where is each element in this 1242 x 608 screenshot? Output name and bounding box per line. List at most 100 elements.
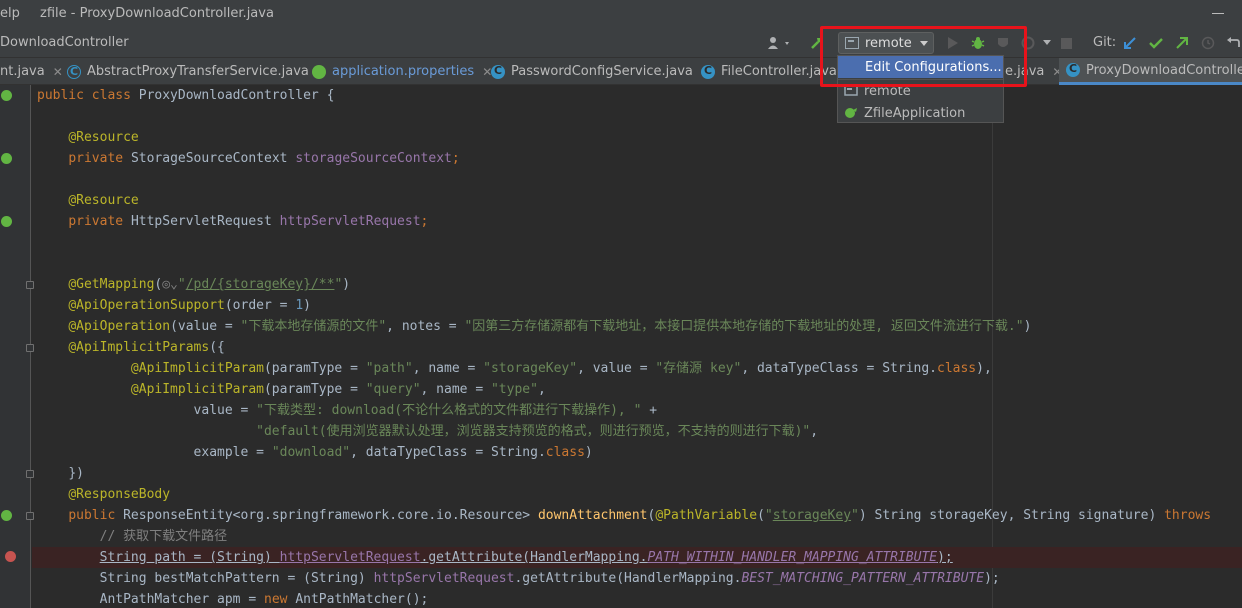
code-token: ;	[451, 151, 460, 166]
code-token: )	[342, 277, 351, 292]
breakpoint-icon[interactable]	[5, 551, 16, 562]
code-token: value =	[193, 403, 257, 418]
code-token: "	[177, 277, 186, 292]
code-token: @ApiImplicitParam	[130, 382, 264, 397]
code-token: (value =	[170, 319, 241, 334]
code-token: httpServletRequest	[373, 571, 515, 586]
code-token: "storageKey"	[483, 361, 578, 376]
code-token: HttpServletRequest	[130, 214, 280, 229]
run-config-label: remote	[865, 35, 912, 51]
code-editor[interactable]: public class ProxyDownloadController { @…	[32, 85, 1242, 608]
code-token: "query"	[365, 382, 421, 397]
spring-leaf-icon	[312, 64, 326, 79]
stop-icon[interactable]	[1058, 35, 1074, 51]
code-line: @Resource	[37, 127, 139, 148]
git-update-icon[interactable]	[1121, 34, 1139, 52]
menu-item-remote[interactable]: remote	[838, 80, 1003, 102]
code-token: /pd/{storageKey}/**	[185, 277, 335, 292]
breadcrumb[interactable]: DownloadController	[0, 35, 129, 50]
code-token: .getAttribute(HandlerMapping.	[514, 571, 742, 586]
code-line: public class ProxyDownloadController {	[37, 85, 334, 106]
code-token: class	[937, 361, 977, 376]
code-line: @ApiOperationSupport(order = 1)	[37, 295, 311, 316]
editor-tabs: nt.java ✕ AbstractProxyTransferService.j…	[0, 58, 1242, 85]
code-token: httpServletRequest	[279, 214, 421, 229]
more-run-chevron-icon[interactable]	[1040, 35, 1054, 51]
git-history-clock-icon[interactable]	[1199, 34, 1217, 52]
code-token: .getAttribute(HandlerMapping.	[420, 550, 648, 565]
git-rollback-icon[interactable]	[1224, 34, 1242, 52]
editor-gutter	[0, 85, 34, 608]
code-token: class	[545, 445, 585, 460]
tab-abstract-proxy-transfer-service[interactable]: AbstractProxyTransferService.java ✕	[67, 58, 327, 85]
code-token: httpServletRequest	[279, 550, 421, 565]
run-config-dropdown: Edit Configurations... remote ZfileAppli…	[837, 55, 1004, 123]
abstract-class-icon	[67, 64, 81, 79]
menu-help[interactable]: elp	[0, 6, 20, 21]
code-token: "因第三方存储源都有下载地址，本接口提供本地存储的下载地址的处理, 返回文件流进…	[464, 319, 1024, 334]
code-token: example =	[193, 445, 272, 460]
code-line: // 获取下载文件路径	[37, 526, 227, 547]
run-icon[interactable]	[945, 35, 961, 51]
menu-item-zfile-application[interactable]: ZfileApplication	[838, 102, 1003, 124]
git-label: Git:	[1093, 35, 1117, 50]
run-config-selector[interactable]: remote	[838, 32, 934, 54]
run-config-icon	[845, 37, 859, 49]
code-token: @ApiOperation	[68, 319, 171, 334]
spring-bean-icon[interactable]	[1, 90, 12, 101]
code-token: throws	[1164, 508, 1212, 523]
code-token: ,	[537, 382, 546, 397]
code-token: , name =	[412, 361, 484, 376]
tab-password-config-service[interactable]: PasswordConfigService.java ✕	[491, 58, 711, 85]
code-token: @Resource	[68, 130, 139, 145]
code-token: ProxyDownloadController {	[138, 88, 335, 103]
code-line: @Resource	[37, 190, 138, 211]
code-token: (	[757, 508, 765, 523]
close-icon[interactable]: ✕	[53, 65, 63, 79]
code-token: AntPathMatcher();	[295, 592, 429, 607]
tab-controller-java[interactable]: nt.java ✕	[0, 58, 64, 85]
code-token: )	[1023, 319, 1032, 334]
code-token: )	[303, 298, 311, 313]
tab-file-controller[interactable]: FileController.java	[701, 58, 837, 85]
code-line-breakpoint: String path = (String) httpServletReques…	[32, 547, 1242, 568]
code-token: "type"	[490, 382, 538, 397]
user-icon[interactable]	[766, 34, 794, 52]
tab-label: application.properties	[332, 64, 475, 79]
menu-item-label: Edit Configurations...	[865, 59, 1002, 75]
code-token: (paramType =	[263, 361, 366, 376]
navigation-bar: DownloadController	[0, 28, 1242, 58]
profile-icon[interactable]	[1019, 35, 1037, 51]
code-token: downAttachment	[537, 508, 648, 523]
code-token: "下载本地存储源的文件"	[240, 319, 387, 334]
code-token: storageSourceContext	[295, 151, 452, 166]
tab-label: FileController.java	[721, 64, 837, 79]
git-push-icon[interactable]	[1173, 34, 1191, 52]
code-token: ) String storageKey, String signature)	[858, 508, 1165, 523]
code-line: })	[37, 463, 84, 484]
debug-bug-icon[interactable]	[969, 35, 987, 51]
code-line: value = "下载类型: download(不论什么格式的文件都进行下载操作…	[37, 400, 658, 421]
code-token: ;	[420, 214, 429, 229]
code-token: "	[851, 508, 859, 523]
code-token: storageKey	[772, 508, 852, 523]
code-token: @ApiOperationSupport	[68, 298, 225, 313]
menu-item-edit-configurations[interactable]: Edit Configurations...	[838, 56, 1003, 78]
code-line: AntPathMatcher apm = new AntPathMatcher(…	[37, 589, 429, 608]
git-commit-check-icon[interactable]	[1147, 34, 1165, 52]
coverage-shield-icon[interactable]	[994, 35, 1012, 51]
spring-endpoint-icon[interactable]	[1, 510, 12, 521]
code-token: , dataTypeClass = String.	[350, 445, 546, 460]
code-token: , name =	[420, 382, 491, 397]
code-token: new	[264, 592, 296, 607]
minimize-icon[interactable]	[1212, 13, 1224, 14]
code-comment: // 获取下载文件路径	[99, 529, 228, 544]
code-token: private	[68, 151, 131, 166]
url-inlay-icon[interactable]: ◎⌄	[162, 277, 178, 292]
tab-partial-java[interactable]: e.java ✕	[1005, 58, 1062, 85]
tab-proxy-download-controller[interactable]: ProxyDownloadController.java	[1059, 58, 1242, 85]
tab-application-properties[interactable]: application.properties ✕	[312, 58, 492, 85]
spring-bean-icon[interactable]	[1, 153, 12, 164]
spring-bean-icon[interactable]	[1, 216, 12, 227]
build-hammer-icon[interactable]	[808, 34, 826, 52]
